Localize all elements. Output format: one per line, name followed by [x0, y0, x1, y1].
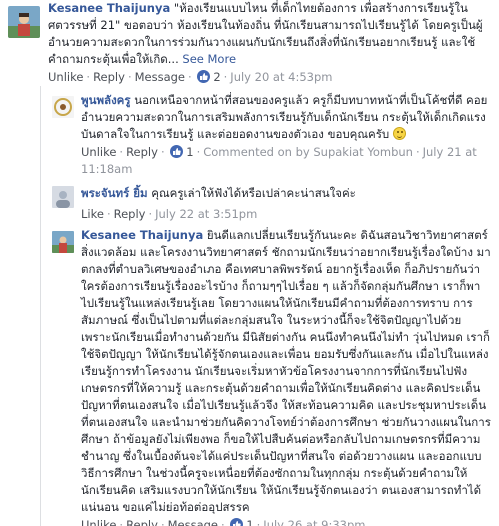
unlike-button[interactable]: Unlike	[81, 145, 116, 159]
comment-actions: Unlike · Reply · Message · 2 · July 20 at 4:53p…	[48, 70, 333, 84]
reply-comment: Kesanee Thaijunya ยินดีแลกเปลี่ยนเรียนรู…	[0, 226, 499, 526]
comment-author[interactable]: Kesanee Thaijunya	[81, 228, 203, 242]
like-icon	[196, 70, 210, 83]
like-icon	[169, 145, 183, 158]
comment-author[interactable]: Kesanee Thaijunya	[48, 1, 170, 15]
comment-text: คุณครูเล่าให้ฟังได้หรือเปล่าคะน่าสนใจค่ะ	[151, 186, 356, 200]
reply-button[interactable]: Reply	[126, 518, 158, 526]
message-button[interactable]: Message	[135, 70, 185, 84]
avatar[interactable]	[8, 6, 40, 38]
like-count[interactable]: 1	[246, 518, 253, 526]
reply-comment: พูนพลังครู นอกเหนือจากหน้าที่สอนของครูแล…	[0, 90, 499, 182]
comment-actions: Like · Reply · July 22 at 3:51pm	[81, 207, 258, 221]
comment-actions: Unlike · Reply · Message · 1 · July 26 at 9:33p…	[81, 517, 493, 526]
reply-button[interactable]: Reply	[126, 145, 158, 159]
like-count[interactable]: 2	[213, 70, 220, 84]
smile-emoji-icon	[392, 127, 406, 140]
avatar[interactable]	[52, 96, 74, 118]
comment-author[interactable]: พูนพลังครู	[81, 93, 131, 107]
like-icon	[229, 518, 243, 526]
comment-timestamp[interactable]: July 22 at 3:51pm	[155, 207, 257, 221]
commented-on-by[interactable]: Commented on by Supakiat Yombun	[203, 145, 413, 159]
comment-text: นอกเหนือจากหน้าที่สอนของครูแล้ว ครูก็มีบ…	[81, 93, 488, 141]
comment-text: ยินดีแลกเปลี่ยนเรียนรู้กันนะคะ ดิฉันสอนว…	[81, 228, 491, 514]
reply-button[interactable]: Reply	[93, 70, 125, 84]
comment-timestamp[interactable]: July 20 at 4:53pm	[230, 70, 332, 84]
avatar[interactable]	[52, 231, 74, 253]
avatar[interactable]	[52, 186, 74, 208]
comment-actions: Unlike · Reply · 1 · Commented on by Supakiat…	[81, 145, 477, 176]
comment: Kesanee Thaijunya "ห้องเรียนแบบไหน ที่เด…	[0, 0, 499, 90]
comment-timestamp[interactable]: July 26 at 9:33pm	[263, 518, 365, 526]
like-count[interactable]: 1	[186, 145, 193, 159]
see-more-link[interactable]: See More	[182, 52, 236, 66]
like-button[interactable]: Like	[81, 207, 104, 221]
message-button[interactable]: Message	[168, 518, 218, 526]
unlike-button[interactable]: Unlike	[81, 518, 116, 526]
comment-author[interactable]: พระจันทร์ ยิ้ม	[81, 186, 148, 200]
unlike-button[interactable]: Unlike	[48, 70, 83, 84]
reply-comment: พระจันทร์ ยิ้ม คุณครูเล่าให้ฟังได้หรือเป…	[0, 182, 499, 226]
reply-button[interactable]: Reply	[114, 207, 146, 221]
